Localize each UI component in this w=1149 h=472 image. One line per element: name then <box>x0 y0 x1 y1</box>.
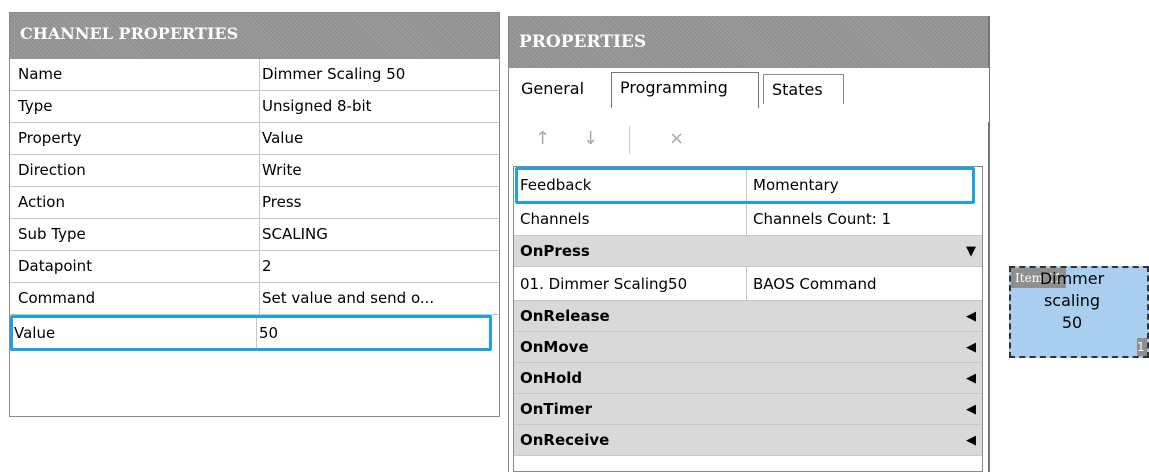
cp-row-command[interactable]: Command Set value and send o... <box>10 283 499 315</box>
grid-key: Feedback <box>520 176 592 194</box>
cp-row-direction[interactable]: Direction Write <box>10 155 499 187</box>
group-label: OnHold <box>520 369 583 387</box>
tab-programming[interactable]: Programming <box>611 72 759 108</box>
cp-key: Property <box>18 129 82 147</box>
collapse-arrow-icon[interactable]: ◀ <box>966 363 976 394</box>
cp-value[interactable]: Unsigned 8-bit <box>259 91 498 122</box>
cp-row-property[interactable]: Property Value <box>10 123 499 155</box>
cp-row-action[interactable]: Action Press <box>10 187 499 219</box>
item-corner-badge: 1 <box>1137 338 1147 356</box>
channel-properties-panel: CHANNEL PROPERTIES Name Dimmer Scaling 5… <box>9 12 500 417</box>
tab-general[interactable]: General <box>513 74 609 104</box>
cp-value[interactable]: 50 <box>256 318 495 348</box>
cp-key: Action <box>18 193 65 211</box>
item-text: Dimmer scaling 50 <box>1039 269 1105 332</box>
cp-key: Name <box>18 65 63 83</box>
grid-value[interactable]: Momentary <box>746 170 983 201</box>
cp-value[interactable]: Dimmer Scaling 50 <box>259 59 498 90</box>
toolbar-divider <box>629 126 630 154</box>
cp-row-sub-type[interactable]: Sub Type SCALING <box>10 219 499 251</box>
cp-row-datapoint[interactable]: Datapoint 2 <box>10 251 499 283</box>
group-label: OnReceive <box>520 431 610 449</box>
cp-key: Direction <box>18 161 86 179</box>
cp-key: Type <box>18 97 53 115</box>
grid-key: 01. Dimmer Scaling50 <box>520 275 688 293</box>
cp-row-name[interactable]: Name Dimmer Scaling 50 <box>10 59 499 91</box>
group-label: OnMove <box>520 338 589 356</box>
grid-row-channels[interactable]: Channels Channels Count: 1 <box>514 204 982 236</box>
tab-states[interactable]: States <box>763 74 844 104</box>
properties-panel: PROPERTIES General Programming States ↑ … <box>508 16 990 472</box>
expand-arrow-icon[interactable]: ▼ <box>966 236 976 267</box>
group-onrelease[interactable]: OnRelease ◀ <box>514 301 982 332</box>
dimmer-scaling-button[interactable]: Item 11 Dimmer scaling 50 1 <box>1009 266 1149 358</box>
collapse-arrow-icon[interactable]: ◀ <box>966 394 976 425</box>
grid-row-feedback[interactable]: Feedback Momentary <box>515 167 975 204</box>
cp-row-type[interactable]: Type Unsigned 8-bit <box>10 91 499 123</box>
cp-key: Command <box>18 289 96 307</box>
group-onreceive[interactable]: OnReceive ◀ <box>514 425 982 456</box>
grid-key: Channels <box>520 210 590 228</box>
cp-key: Sub Type <box>18 225 86 243</box>
group-label: OnTimer <box>520 400 593 418</box>
cp-value[interactable]: Set value and send o... <box>259 283 498 314</box>
channel-properties-title: CHANNEL PROPERTIES <box>10 13 499 59</box>
properties-title: PROPERTIES <box>509 16 988 68</box>
delete-icon[interactable]: × <box>669 128 684 149</box>
group-onpress[interactable]: OnPress ▼ <box>514 236 982 267</box>
group-label: OnRelease <box>520 307 610 325</box>
programming-grid: Feedback Momentary Channels Channels Cou… <box>513 166 983 472</box>
grid-value[interactable]: Channels Count: 1 <box>746 204 983 235</box>
group-onmove[interactable]: OnMove ◀ <box>514 332 982 363</box>
programming-toolbar: ↑ ↓ × <box>519 122 719 158</box>
collapse-arrow-icon[interactable]: ◀ <box>966 301 976 332</box>
collapse-arrow-icon[interactable]: ◀ <box>966 425 976 456</box>
cp-value[interactable]: Write <box>259 155 498 186</box>
group-label: OnPress <box>520 242 590 260</box>
move-up-icon[interactable]: ↑ <box>535 128 550 149</box>
grid-value[interactable]: BAOS Command <box>746 267 953 300</box>
cp-value[interactable]: Value <box>259 123 498 154</box>
move-down-icon[interactable]: ↓ <box>583 128 598 149</box>
group-ontimer[interactable]: OnTimer ◀ <box>514 394 982 425</box>
cp-value[interactable]: Press <box>259 187 498 218</box>
grid-row-onpress-item[interactable]: 01. Dimmer Scaling50 BAOS Command <box>514 267 982 301</box>
cp-row-value[interactable]: Value 50 <box>10 315 492 351</box>
collapse-arrow-icon[interactable]: ◀ <box>966 332 976 363</box>
cp-value[interactable]: 2 <box>259 251 498 282</box>
cp-key: Value <box>14 324 56 342</box>
cp-value[interactable]: SCALING <box>259 219 498 250</box>
cp-key: Datapoint <box>18 257 93 275</box>
group-onhold[interactable]: OnHold ◀ <box>514 363 982 394</box>
